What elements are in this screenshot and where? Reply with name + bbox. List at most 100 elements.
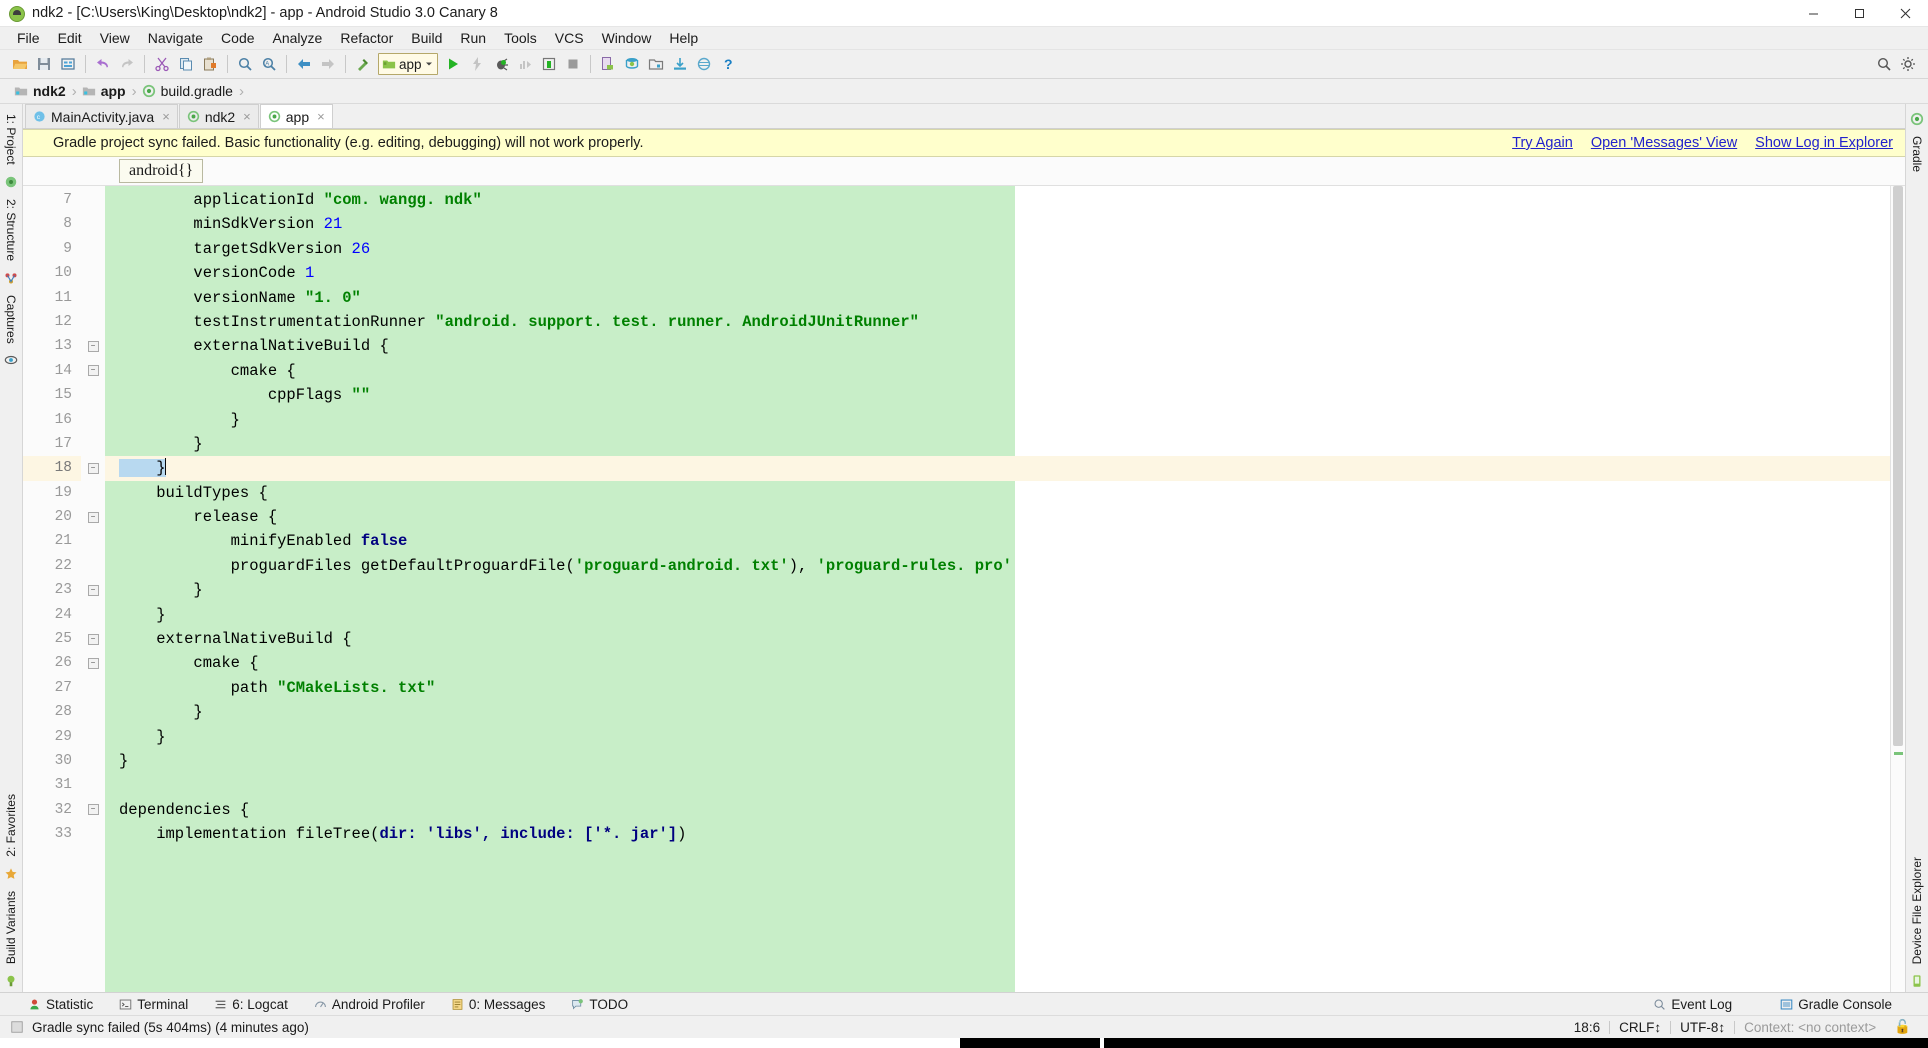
save-all-icon[interactable] bbox=[32, 52, 56, 76]
build-hammer-icon[interactable] bbox=[351, 52, 375, 76]
replace-icon[interactable]: A bbox=[257, 52, 281, 76]
code-content[interactable]: applicationId "com. wangg. ndk" minSdkVe… bbox=[105, 186, 1890, 992]
project-structure-icon[interactable] bbox=[644, 52, 668, 76]
menu-analyze[interactable]: Analyze bbox=[264, 28, 332, 48]
sidebar-item-captures[interactable]: Captures bbox=[4, 289, 18, 350]
code-line[interactable]: cmake { bbox=[105, 651, 1890, 675]
menu-view[interactable]: View bbox=[91, 28, 139, 48]
breadcrumb-item-app[interactable]: app bbox=[82, 83, 130, 99]
code-line[interactable]: path "CMakeLists. txt" bbox=[105, 676, 1890, 700]
menu-build[interactable]: Build bbox=[402, 28, 451, 48]
run-icon[interactable] bbox=[441, 52, 465, 76]
code-line[interactable]: cppFlags "" bbox=[105, 383, 1890, 407]
debug-icon[interactable] bbox=[489, 52, 513, 76]
code-line[interactable]: externalNativeBuild { bbox=[105, 334, 1890, 358]
bottom-tool-gradle-console[interactable]: Gradle Console bbox=[1780, 997, 1892, 1012]
code-line[interactable]: } bbox=[105, 578, 1890, 602]
menu-help[interactable]: Help bbox=[660, 28, 707, 48]
code-line[interactable]: } bbox=[105, 725, 1890, 749]
code-line[interactable]: } bbox=[105, 408, 1890, 432]
fold-handle[interactable]: − bbox=[81, 798, 105, 822]
undo-icon[interactable] bbox=[91, 52, 115, 76]
code-line[interactable]: versionCode 1 bbox=[105, 261, 1890, 285]
attach-debugger-icon[interactable] bbox=[537, 52, 561, 76]
file-encoding[interactable]: UTF-8↕ bbox=[1671, 1020, 1734, 1035]
menu-file[interactable]: File bbox=[8, 28, 49, 48]
bottom-tool-event-log[interactable]: Event Log bbox=[1653, 997, 1732, 1012]
code-line[interactable]: } bbox=[105, 749, 1890, 773]
code-line[interactable]: versionName "1. 0" bbox=[105, 286, 1890, 310]
avd-manager-icon[interactable] bbox=[596, 52, 620, 76]
code-line[interactable]: testInstrumentationRunner "android. supp… bbox=[105, 310, 1890, 334]
sidebar-item-favorites[interactable]: 2: Favorites bbox=[4, 788, 18, 863]
find-icon[interactable] bbox=[233, 52, 257, 76]
menu-refactor[interactable]: Refactor bbox=[331, 28, 402, 48]
tab-ndk2[interactable]: ndk2 × bbox=[178, 104, 259, 128]
editor-marker-bar[interactable] bbox=[1890, 186, 1905, 992]
code-line[interactable]: targetSdkVersion 26 bbox=[105, 237, 1890, 261]
run-configuration-selector[interactable]: app bbox=[378, 53, 438, 75]
sdk-manager-icon[interactable] bbox=[620, 52, 644, 76]
code-line[interactable]: cmake { bbox=[105, 359, 1890, 383]
structure-breadcrumb-android[interactable]: android{} bbox=[119, 159, 204, 183]
sync-gradle-icon[interactable] bbox=[668, 52, 692, 76]
code-line[interactable]: release { bbox=[105, 505, 1890, 529]
fold-handle[interactable]: − bbox=[81, 651, 105, 675]
code-line[interactable]: externalNativeBuild { bbox=[105, 627, 1890, 651]
menu-window[interactable]: Window bbox=[593, 28, 661, 48]
tab-close-icon[interactable]: × bbox=[243, 109, 251, 124]
code-fold-column[interactable]: − − − − − − − − bbox=[81, 186, 105, 992]
paste-icon[interactable] bbox=[198, 52, 222, 76]
menu-navigate[interactable]: Navigate bbox=[139, 28, 212, 48]
cut-icon[interactable] bbox=[150, 52, 174, 76]
code-line[interactable]: proguardFiles getDefaultProguardFile('pr… bbox=[105, 554, 1890, 578]
sidebar-item-build-variants[interactable]: Build Variants bbox=[4, 885, 18, 970]
menu-tools[interactable]: Tools bbox=[495, 28, 546, 48]
code-line[interactable]: } bbox=[105, 700, 1890, 724]
sidebar-item-structure[interactable]: 2: Structure bbox=[4, 193, 18, 267]
code-line[interactable]: } bbox=[105, 603, 1890, 627]
code-line[interactable]: applicationId "com. wangg. ndk" bbox=[105, 188, 1890, 212]
close-button[interactable] bbox=[1882, 0, 1928, 26]
menu-edit[interactable]: Edit bbox=[49, 28, 91, 48]
bottom-tool-logcat[interactable]: 6: Logcat bbox=[214, 997, 288, 1012]
code-line[interactable]: } bbox=[105, 432, 1890, 456]
bottom-tool-statistic[interactable]: Statistic bbox=[28, 997, 93, 1012]
fold-handle[interactable]: − bbox=[81, 456, 105, 480]
code-line[interactable]: dependencies { bbox=[105, 798, 1890, 822]
breadcrumb-item-build-gradle[interactable]: build.gradle bbox=[142, 83, 237, 99]
tab-mainactivity-java[interactable]: c MainActivity.java × bbox=[25, 104, 178, 128]
fold-handle[interactable]: − bbox=[81, 505, 105, 529]
minimize-button[interactable] bbox=[1790, 0, 1836, 26]
sidebar-item-device-file-explorer[interactable]: Device File Explorer bbox=[1910, 851, 1924, 970]
code-line[interactable]: } bbox=[105, 456, 1890, 481]
help-icon[interactable]: ? bbox=[716, 52, 740, 76]
context-indicator[interactable]: Context: <no context> bbox=[1735, 1020, 1885, 1035]
maximize-button[interactable] bbox=[1836, 0, 1882, 26]
caret-position[interactable]: 18:6 bbox=[1565, 1020, 1609, 1035]
open-messages-view-link[interactable]: Open 'Messages' View bbox=[1591, 135, 1737, 151]
menu-run[interactable]: Run bbox=[451, 28, 495, 48]
breadcrumb-item-ndk2[interactable]: ndk2 bbox=[14, 83, 70, 99]
change-marker[interactable] bbox=[1894, 752, 1903, 755]
bottom-tool-messages[interactable]: 0: Messages bbox=[451, 997, 545, 1012]
sidebar-item-gradle[interactable]: Gradle bbox=[1910, 130, 1924, 178]
open-folder-icon[interactable] bbox=[8, 52, 32, 76]
line-separator[interactable]: CRLF↕ bbox=[1610, 1020, 1670, 1035]
code-line[interactable]: buildTypes { bbox=[105, 481, 1890, 505]
menu-vcs[interactable]: VCS bbox=[546, 28, 593, 48]
try-again-link[interactable]: Try Again bbox=[1512, 135, 1573, 151]
tab-app[interactable]: app × bbox=[259, 104, 333, 128]
code-line[interactable]: implementation fileTree(dir: 'libs', inc… bbox=[105, 822, 1890, 846]
fold-handle[interactable]: − bbox=[81, 359, 105, 383]
fold-handle[interactable]: − bbox=[81, 578, 105, 602]
back-icon[interactable] bbox=[292, 52, 316, 76]
fold-handle[interactable]: − bbox=[81, 627, 105, 651]
bottom-tool-terminal[interactable]: Terminal bbox=[119, 997, 188, 1012]
show-log-in-explorer-link[interactable]: Show Log in Explorer bbox=[1755, 135, 1893, 151]
menu-code[interactable]: Code bbox=[212, 28, 263, 48]
editor-scrollbar-thumb[interactable] bbox=[1893, 186, 1903, 746]
code-editor[interactable]: 7 8 9 10 11 12 13 14 15 16 17 18 19 20 21 22 23 24 25 26 27 2… bbox=[23, 186, 1905, 992]
copy-icon[interactable] bbox=[174, 52, 198, 76]
code-line[interactable]: minifyEnabled false bbox=[105, 529, 1890, 553]
